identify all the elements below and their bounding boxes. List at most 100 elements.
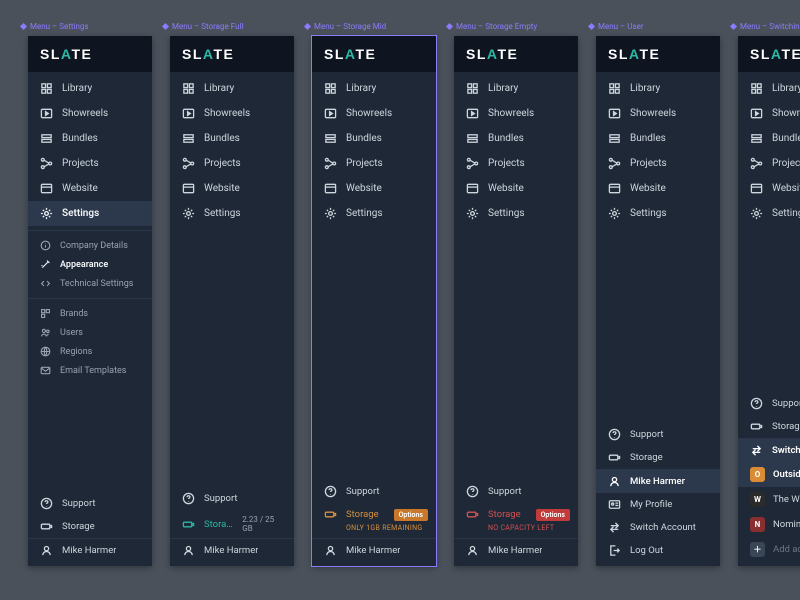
nav-website[interactable]: Website xyxy=(28,176,152,201)
footer-support[interactable]: Support xyxy=(170,487,294,510)
footer-support[interactable]: Support xyxy=(312,480,436,503)
storage-options-chip[interactable]: Options xyxy=(394,509,428,521)
help-icon xyxy=(466,485,479,498)
storage-note: NO CAPACITY LEFT xyxy=(454,524,578,538)
nav-projects[interactable]: Projects xyxy=(738,151,800,176)
nav-bundles[interactable]: Bundles xyxy=(28,126,152,151)
nav-settings[interactable]: Settings xyxy=(596,201,720,226)
nav-bundles[interactable]: Bundles xyxy=(596,126,720,151)
sidebar-storage-mid: SLATE Library Showreels Bundles Projects… xyxy=(312,36,436,566)
nav-projects[interactable]: Projects xyxy=(170,151,294,176)
nav-settings[interactable]: Settings xyxy=(312,201,436,226)
account-outsider[interactable]: OOutsider xyxy=(738,462,800,487)
brand-logo: SLATE xyxy=(596,36,720,72)
storage-options-chip[interactable]: Options xyxy=(536,509,570,521)
logout-icon xyxy=(608,544,621,557)
footer-user[interactable]: Mike Harmer xyxy=(454,539,578,562)
footer-user[interactable]: Mike Harmer xyxy=(596,470,720,493)
nav-website[interactable]: Website xyxy=(738,176,800,201)
footer-support[interactable]: Support xyxy=(28,492,152,515)
user-menu-log-out[interactable]: Log Out xyxy=(596,539,720,562)
sub-email-templates[interactable]: Email Templates xyxy=(28,361,152,380)
gear-icon xyxy=(750,207,763,220)
footer-storage[interactable]: Storage xyxy=(28,515,152,538)
user-menu-my-profile[interactable]: My Profile xyxy=(596,493,720,516)
sub-users[interactable]: Users xyxy=(28,323,152,342)
brand-logo: SLATE xyxy=(170,36,294,72)
footer-user[interactable]: Mike Harmer xyxy=(170,539,294,562)
account-workshop[interactable]: WThe Workshop xyxy=(738,487,800,512)
nav-showreels[interactable]: Showreels xyxy=(28,101,152,126)
nav-website[interactable]: Website xyxy=(312,176,436,201)
frame-switching: Menu – Switching SLATE Library Showreels… xyxy=(738,36,800,566)
stack-icon xyxy=(182,132,195,145)
nav-website[interactable]: Website xyxy=(454,176,578,201)
footer-support[interactable]: Support xyxy=(596,423,720,446)
nav-projects[interactable]: Projects xyxy=(312,151,436,176)
sub-company-details[interactable]: Company Details xyxy=(28,236,152,255)
nav-settings[interactable]: Settings xyxy=(738,201,800,226)
nav-library[interactable]: Library xyxy=(738,76,800,101)
footer-storage[interactable]: Storage xyxy=(596,446,720,469)
nav-showreels[interactable]: Showreels xyxy=(738,101,800,126)
nav-library[interactable]: Library xyxy=(596,76,720,101)
nav-settings[interactable]: Settings xyxy=(454,201,578,226)
nodes-icon xyxy=(466,157,479,170)
footer-user[interactable]: Mike Harmer xyxy=(312,539,436,562)
nav-settings[interactable]: Settings xyxy=(28,201,152,226)
play-rect-icon xyxy=(750,107,763,120)
nav-showreels[interactable]: Showreels xyxy=(170,101,294,126)
footer-storage[interactable]: StorageOptions xyxy=(312,503,436,526)
footer-user[interactable]: Mike Harmer xyxy=(28,539,152,562)
footer-storage[interactable]: Storage xyxy=(738,415,800,438)
nav-bundles[interactable]: Bundles xyxy=(312,126,436,151)
switch-account-header[interactable]: Switch Account xyxy=(738,439,800,462)
nav-library[interactable]: Library xyxy=(312,76,436,101)
brand-logo: SLATE xyxy=(312,36,436,72)
nav-projects[interactable]: Projects xyxy=(596,151,720,176)
nav-showreels[interactable]: Showreels xyxy=(312,101,436,126)
footer-storage[interactable]: StorageOptions xyxy=(454,503,578,526)
swap-icon xyxy=(750,444,763,457)
nav-showreels[interactable]: Showreels xyxy=(596,101,720,126)
nav-bundles[interactable]: Bundles xyxy=(170,126,294,151)
nav-footer: Support Storage Mike Harmer My Profile S… xyxy=(596,419,720,566)
footer-storage[interactable]: Storage2.23 / 25 GB xyxy=(170,510,294,538)
user-icon xyxy=(182,544,195,557)
sub-appearance[interactable]: Appearance xyxy=(28,255,152,274)
footer-support[interactable]: Support xyxy=(454,480,578,503)
nav-bundles[interactable]: Bundles xyxy=(738,126,800,151)
nav-projects[interactable]: Projects xyxy=(28,151,152,176)
footer-support[interactable]: Support xyxy=(738,392,800,415)
nav-main: Library Showreels Bundles Projects Websi… xyxy=(170,72,294,230)
sub-brands[interactable]: Brands xyxy=(28,304,152,323)
grid-icon xyxy=(182,82,195,95)
sidebar-user: SLATE Library Showreels Bundles Projects… xyxy=(596,36,720,566)
sub-regions[interactable]: Regions xyxy=(28,342,152,361)
nav-website[interactable]: Website xyxy=(170,176,294,201)
add-account[interactable]: ＋Add account xyxy=(738,537,800,562)
frame-label: Menu – User xyxy=(588,22,644,31)
nav-library[interactable]: Library xyxy=(28,76,152,101)
gear-icon xyxy=(608,207,621,220)
globe-icon xyxy=(40,346,51,357)
avatar: O xyxy=(750,467,765,482)
nodes-icon xyxy=(182,157,195,170)
account-nomint[interactable]: NNomint xyxy=(738,512,800,537)
window-icon xyxy=(750,182,763,195)
nav-library[interactable]: Library xyxy=(454,76,578,101)
nav-showreels[interactable]: Showreels xyxy=(454,101,578,126)
nav-projects[interactable]: Projects xyxy=(454,151,578,176)
nav-bundles[interactable]: Bundles xyxy=(454,126,578,151)
play-rect-icon xyxy=(40,107,53,120)
sidebar-settings: SLATE Library Showreels Bundles Projects… xyxy=(28,36,152,566)
nav-library[interactable]: Library xyxy=(170,76,294,101)
user-menu-switch-account[interactable]: Switch Account xyxy=(596,516,720,539)
nav-settings[interactable]: Settings xyxy=(170,201,294,226)
sub-technical-settings[interactable]: Technical Settings xyxy=(28,274,152,293)
nav-website[interactable]: Website xyxy=(596,176,720,201)
settings-subgroup-2: Brands Users Regions Email Templates xyxy=(28,298,152,385)
sidebar-storage-empty: SLATE Library Showreels Bundles Projects… xyxy=(454,36,578,566)
design-canvas: Menu – Settings SLATE Library Showreels … xyxy=(28,36,800,566)
wand-icon xyxy=(40,259,51,270)
